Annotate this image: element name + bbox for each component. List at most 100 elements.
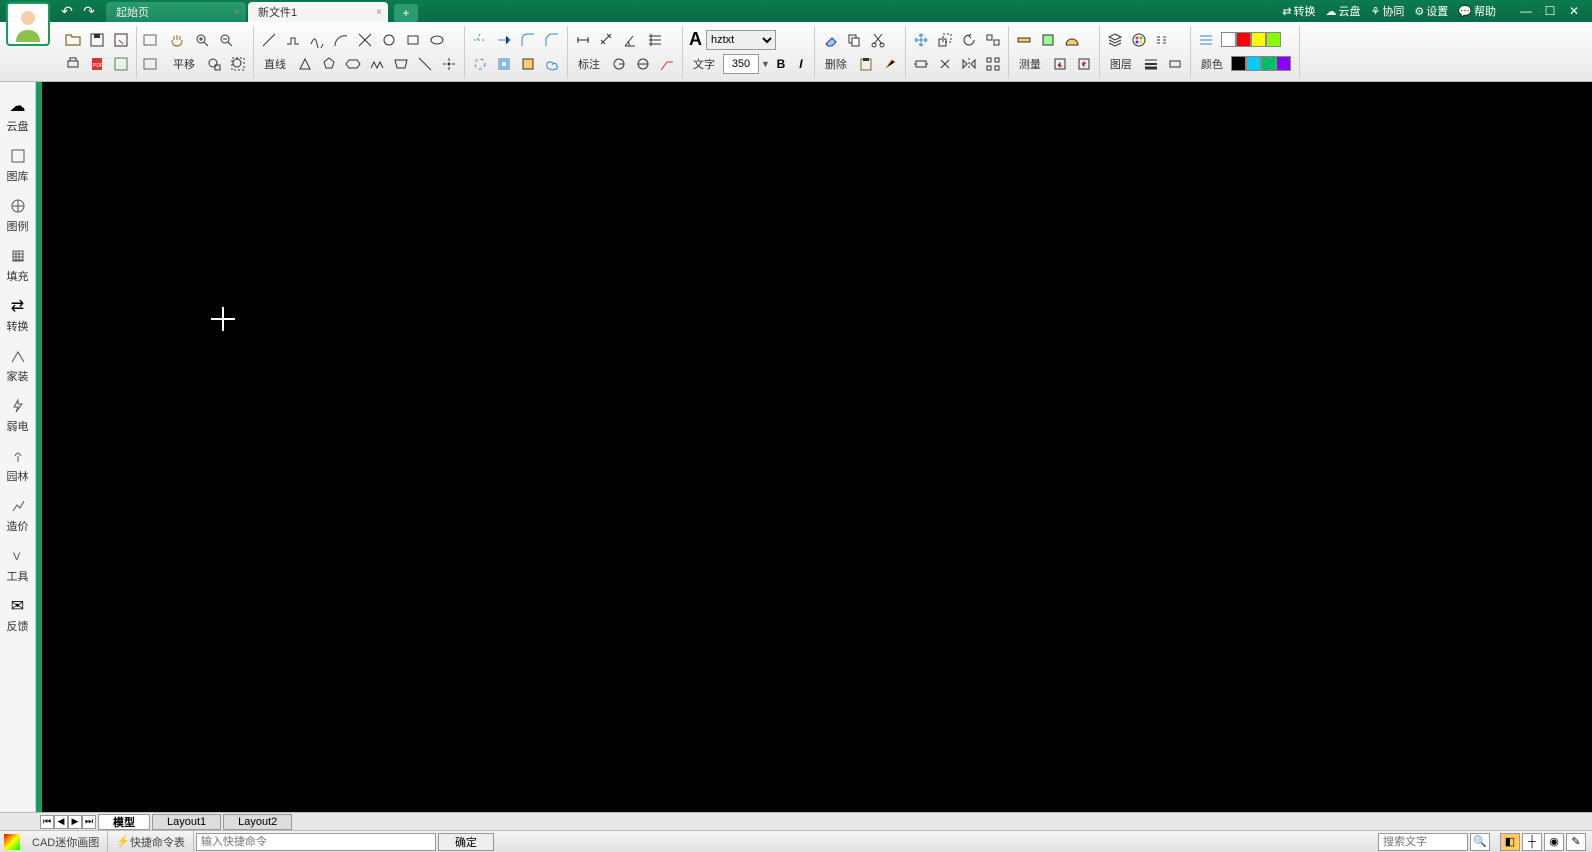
font-select[interactable]: hztxt xyxy=(706,30,776,50)
print-button[interactable] xyxy=(62,53,84,75)
dim-radius[interactable] xyxy=(608,53,630,75)
paste-tool[interactable] xyxy=(855,53,877,75)
break-tool[interactable] xyxy=(469,53,491,75)
sidebar-item-elec[interactable]: 弱电 xyxy=(0,392,35,442)
tab-new-file[interactable]: 新文件1 × xyxy=(248,2,388,22)
chamfer-tool[interactable] xyxy=(541,29,563,51)
layout-tab-2[interactable]: Layout2 xyxy=(223,814,292,830)
search-input[interactable] xyxy=(1378,833,1468,851)
layout-last[interactable]: ⏭ xyxy=(82,815,96,829)
close-icon[interactable]: × xyxy=(376,7,382,18)
close-icon[interactable]: × xyxy=(234,7,240,18)
scale-tool[interactable] xyxy=(934,29,956,51)
grid-toggle[interactable]: ◉ xyxy=(1544,833,1564,851)
trim-tool[interactable] xyxy=(469,29,491,51)
fillet-tool[interactable] xyxy=(517,29,539,51)
offset-tool[interactable] xyxy=(493,53,515,75)
move-tool[interactable] xyxy=(910,29,932,51)
collab-link[interactable]: ⚘协同 xyxy=(1371,3,1405,19)
layout-prev[interactable]: ◀ xyxy=(54,815,68,829)
color-cyan[interactable] xyxy=(1246,56,1261,71)
help-link[interactable]: 💬帮助 xyxy=(1458,3,1496,19)
settings-link[interactable]: ⚙设置 xyxy=(1414,3,1448,19)
font-size-input[interactable] xyxy=(723,54,759,74)
point-tool[interactable] xyxy=(438,53,460,75)
measure-in[interactable] xyxy=(1049,53,1071,75)
snap-toggle[interactable]: ◧ xyxy=(1500,833,1520,851)
rectangle-tool[interactable] xyxy=(402,29,424,51)
command-input[interactable] xyxy=(196,833,436,851)
sidebar-item-fill[interactable]: 填充 xyxy=(0,242,35,292)
convert-link[interactable]: ⇄转换 xyxy=(1282,3,1315,19)
layer-linetype[interactable] xyxy=(1152,29,1174,51)
arc-tool[interactable] xyxy=(330,29,352,51)
color-black[interactable] xyxy=(1231,56,1246,71)
dim-angular[interactable] xyxy=(620,29,642,51)
undo-button[interactable]: ↶ xyxy=(58,2,76,20)
trapezoid-tool[interactable] xyxy=(390,53,412,75)
color-teal[interactable] xyxy=(1261,56,1276,71)
spline-tool[interactable] xyxy=(306,29,328,51)
export-button[interactable] xyxy=(110,53,132,75)
color-yellow[interactable] xyxy=(1251,32,1266,47)
layer-lineweight[interactable] xyxy=(1140,53,1162,75)
italic-button[interactable]: I xyxy=(792,54,810,74)
layout-next[interactable]: ▶ xyxy=(68,815,82,829)
dim-diameter[interactable] xyxy=(632,53,654,75)
redo-button[interactable]: ↷ xyxy=(80,2,98,20)
sidebar-item-cloud[interactable]: ☁云盘 xyxy=(0,92,35,142)
sidebar-item-library[interactable]: 图库 xyxy=(0,142,35,192)
circle-tool[interactable] xyxy=(378,29,400,51)
sidebar-item-legend[interactable]: 图例 xyxy=(0,192,35,242)
bold-button[interactable]: B xyxy=(772,54,790,74)
ellipse-tool[interactable] xyxy=(426,29,448,51)
user-avatar[interactable] xyxy=(6,2,50,46)
maximize-button[interactable]: ☐ xyxy=(1540,3,1560,19)
ortho-toggle[interactable]: ┼ xyxy=(1522,833,1542,851)
export2-button[interactable] xyxy=(139,53,161,75)
dropdown-icon[interactable]: ▼ xyxy=(761,59,770,69)
save-as-button[interactable] xyxy=(110,29,132,51)
color-red[interactable] xyxy=(1236,32,1251,47)
layer-iso[interactable] xyxy=(1164,53,1186,75)
tab-start-page[interactable]: 起始页 × xyxy=(106,2,246,22)
extend-tool[interactable] xyxy=(493,29,515,51)
polygon-tool[interactable] xyxy=(318,53,340,75)
sidebar-item-convert[interactable]: ⇄转换 xyxy=(0,292,35,342)
hatch-tool[interactable] xyxy=(517,53,539,75)
color-purple[interactable] xyxy=(1276,56,1291,71)
drawing-canvas[interactable] xyxy=(36,82,1592,812)
sidebar-item-cost[interactable]: 造价 xyxy=(0,492,35,542)
cut-tool[interactable] xyxy=(867,29,889,51)
dim-ordinate[interactable] xyxy=(644,29,666,51)
layout-tab-1[interactable]: Layout1 xyxy=(152,814,221,830)
zoom-window-button[interactable] xyxy=(203,53,225,75)
add-tab-button[interactable]: + xyxy=(394,4,418,22)
measure-out[interactable] xyxy=(1073,53,1095,75)
align-tool[interactable] xyxy=(982,29,1004,51)
match-tool[interactable] xyxy=(879,53,901,75)
shortcut-table-button[interactable]: ⚡快捷命令表 xyxy=(108,831,194,852)
hexagon-tool[interactable] xyxy=(342,53,364,75)
import-button[interactable] xyxy=(139,29,161,51)
cloud-link[interactable]: ☁云盘 xyxy=(1326,3,1361,19)
sidebar-item-garden[interactable]: 园林 xyxy=(0,442,35,492)
open-button[interactable] xyxy=(62,29,84,51)
zigzag-tool[interactable] xyxy=(366,53,388,75)
dim-leader[interactable] xyxy=(656,53,678,75)
zoom-out-button[interactable] xyxy=(215,29,237,51)
sidebar-item-feedback[interactable]: ✉反馈 xyxy=(0,592,35,642)
osnap-toggle[interactable]: ✎ xyxy=(1566,833,1586,851)
layout-first[interactable]: ⏮ xyxy=(40,815,54,829)
xline-tool[interactable] xyxy=(354,29,376,51)
rotate-tool[interactable] xyxy=(958,29,980,51)
triangle-tool[interactable] xyxy=(294,53,316,75)
confirm-button[interactable]: 确定 xyxy=(438,833,494,851)
zoom-extents-button[interactable] xyxy=(227,53,249,75)
line2-tool[interactable] xyxy=(414,53,436,75)
save-button[interactable] xyxy=(86,29,108,51)
pdf-button[interactable]: PDF xyxy=(86,53,108,75)
minimize-button[interactable]: — xyxy=(1516,3,1536,19)
mirror-tool[interactable] xyxy=(958,53,980,75)
array-tool[interactable] xyxy=(982,53,1004,75)
